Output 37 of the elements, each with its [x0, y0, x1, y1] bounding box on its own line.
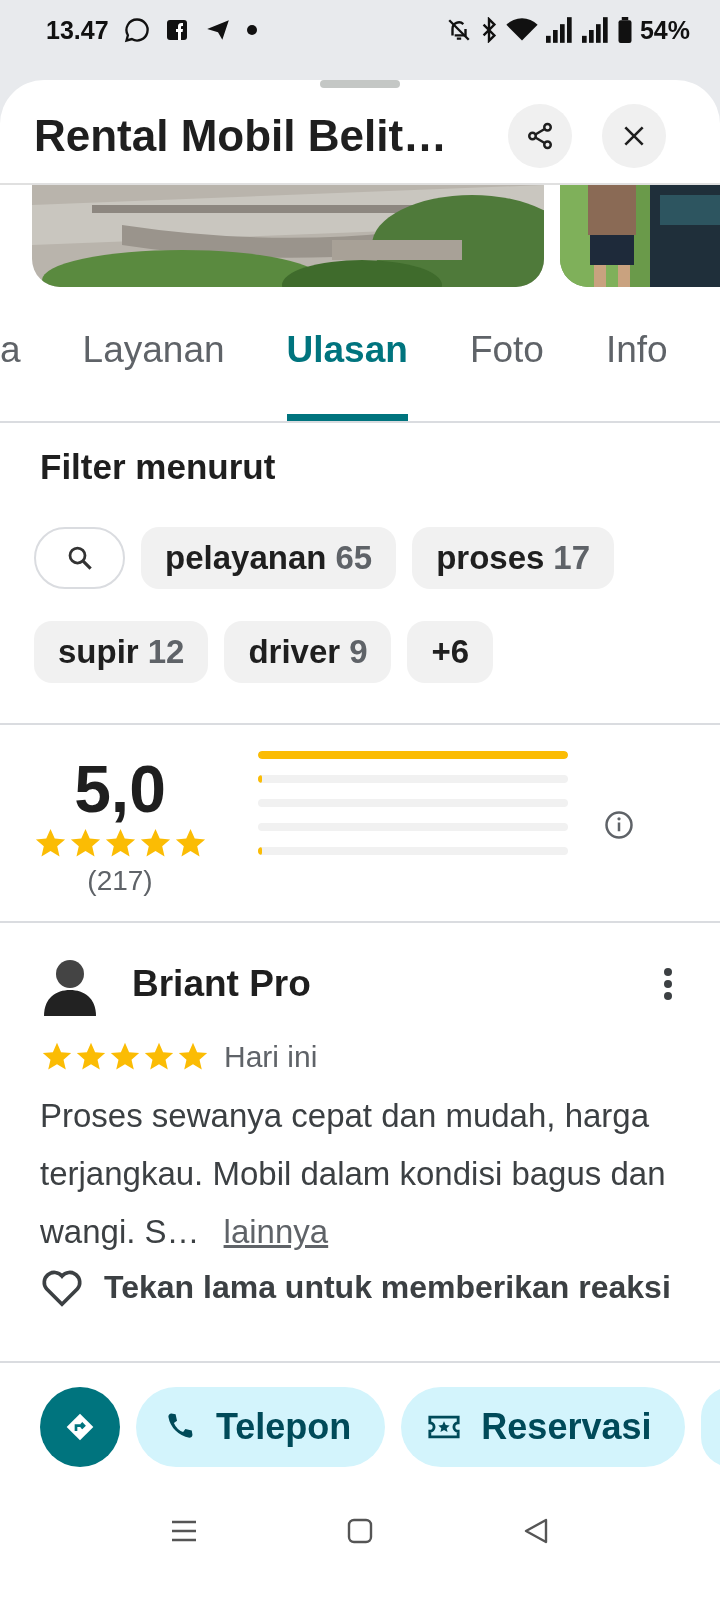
directions-icon [64, 1411, 96, 1443]
review-date: Hari ini [224, 1040, 318, 1074]
call-button[interactable]: Telepon [136, 1387, 386, 1467]
drag-handle[interactable] [320, 80, 400, 88]
section-title: Filter menurut [40, 447, 277, 487]
tab[interactable]: a [0, 287, 21, 421]
reviewer-name[interactable]: Briant Pro [132, 963, 311, 1005]
topic-chip[interactable]: supir 12 [34, 621, 209, 683]
signal-icon [545, 17, 574, 43]
battery-level: 54% [639, 15, 690, 45]
back-icon[interactable] [523, 1517, 549, 1545]
share-icon [525, 120, 555, 151]
reserve-button[interactable]: Reservasi [401, 1387, 686, 1467]
review-text: Proses sewanya cepat dan mudah, harga terjangkau. Mobil dalam kondisi bagus dan wangi. S… lainnya [40, 1096, 667, 1252]
battery-icon [617, 17, 632, 43]
review-count: (217) [87, 864, 153, 897]
wifi-icon [505, 17, 538, 43]
home-square-icon[interactable] [347, 1518, 373, 1544]
topic-chip[interactable]: proses 17 [412, 527, 615, 589]
tab[interactable]: Info [605, 287, 668, 421]
topic-chip[interactable]: driver 9 [224, 621, 392, 683]
menu-icon[interactable] [171, 1519, 197, 1543]
app-square-icon [164, 18, 189, 42]
chat-bubble-icon [122, 16, 151, 44]
more-link[interactable]: lainnya [223, 1213, 329, 1250]
dot-icon [246, 25, 257, 35]
rating-score: 5,0 [74, 753, 166, 824]
clock: 13.47 [46, 15, 109, 45]
more-chip[interactable]: +6 [407, 621, 494, 683]
info-icon[interactable] [604, 810, 634, 840]
tab[interactable]: Foto [469, 287, 544, 421]
reaction-hint: Tekan lama untuk memberikan reaksi [104, 1268, 671, 1306]
tab[interactable]: Layanan [82, 287, 225, 421]
more-options-icon[interactable] [662, 966, 674, 1002]
topic-chip[interactable]: pelayanan 65 [141, 527, 397, 589]
signal-icon [581, 17, 610, 43]
place-title: Rental Mobil Belit… [34, 110, 449, 161]
